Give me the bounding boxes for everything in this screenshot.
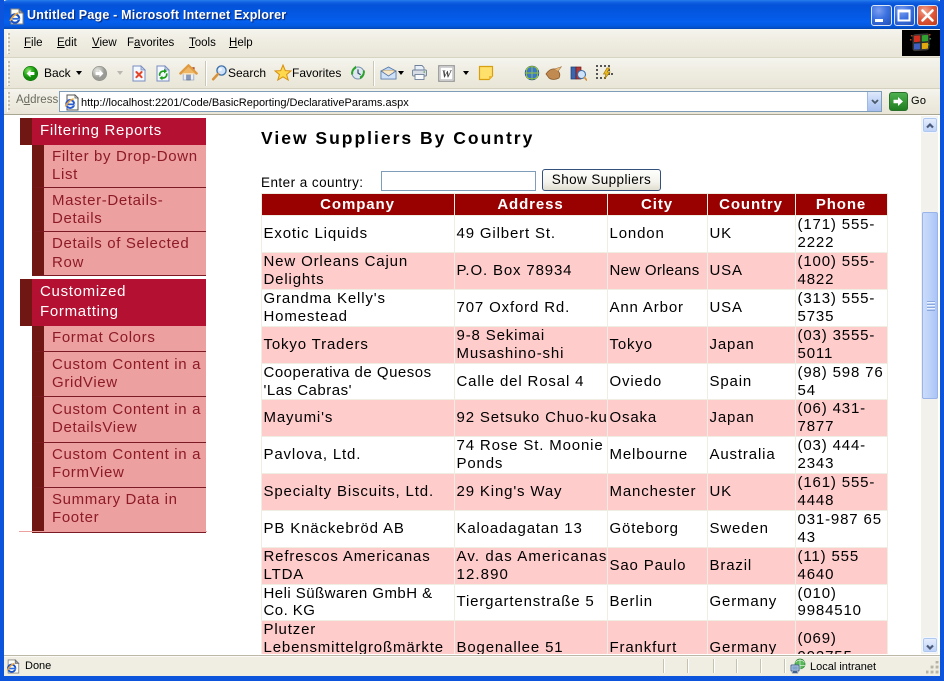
- svg-text:W: W: [442, 69, 453, 81]
